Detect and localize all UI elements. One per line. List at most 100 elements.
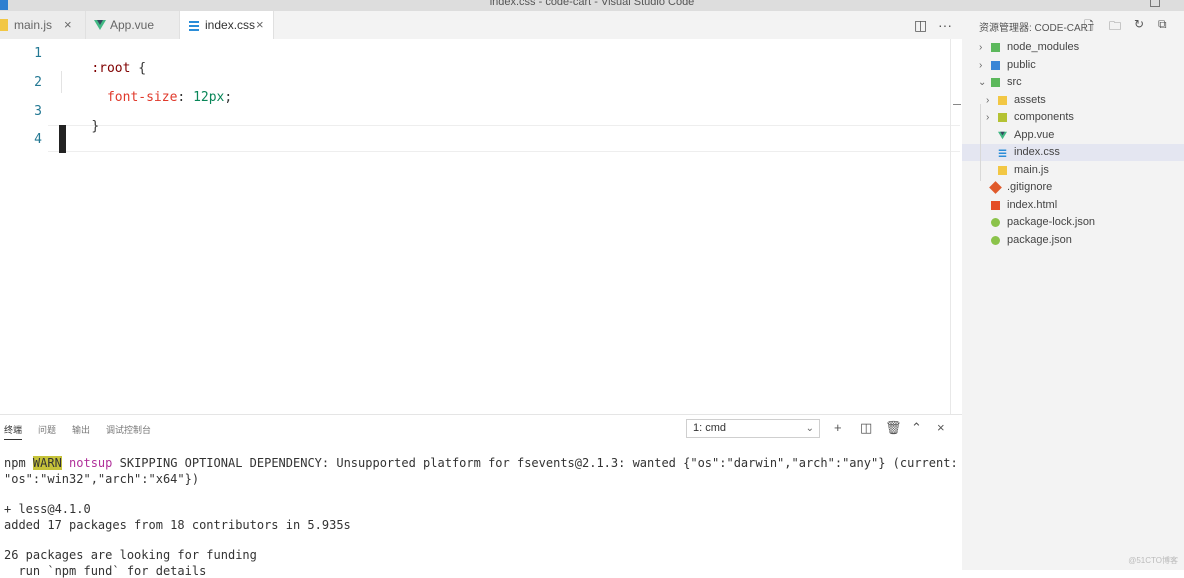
css-selector: :root: [91, 61, 131, 76]
editor-scrollbar[interactable]: [950, 39, 951, 414]
tree-item-label: src: [1007, 76, 1022, 88]
warn-badge: WARN: [32, 456, 62, 470]
tree-item-index-css[interactable]: index.css: [962, 144, 1184, 161]
punctuation: :: [177, 90, 194, 105]
refresh-icon[interactable]: ↻: [1134, 17, 1144, 31]
tab-output[interactable]: 输出: [72, 423, 90, 436]
tree-item-label: App.vue: [1014, 129, 1055, 141]
more-actions-icon[interactable]: ···: [938, 11, 952, 39]
close-panel-icon[interactable]: ×: [937, 420, 945, 435]
folder-icon: [998, 113, 1007, 122]
new-file-icon[interactable]: 🗋: [1084, 17, 1094, 38]
tree-item-index-html[interactable]: index.html: [962, 197, 1184, 214]
tab-index-css[interactable]: index.css ×: [180, 11, 274, 39]
html-file-icon: [991, 201, 1000, 210]
chevron-right-icon: ›: [986, 112, 990, 123]
tab-label: App.vue: [110, 18, 155, 32]
trash-icon[interactable]: 🗑: [885, 420, 902, 436]
css-property: font-size: [91, 90, 178, 105]
tab-problems[interactable]: 问题: [38, 423, 56, 436]
chevron-down-icon: ⌄: [805, 423, 814, 434]
tree-item-label: package-lock.json: [1007, 216, 1096, 228]
folder-icon: [991, 43, 1000, 52]
bottom-panel: 终端 问题 输出 调试控制台 1: cmd ⌄ + ◫ 🗑 ⌃ × npm WA…: [0, 414, 972, 578]
code-editor[interactable]: 1 :root { 2 font-size: 12px; 3 } 4: [0, 39, 962, 414]
tree-item-gitignore[interactable]: .gitignore: [962, 179, 1184, 196]
current-line-highlight: [48, 125, 960, 152]
tree-item-public[interactable]: › public: [962, 57, 1184, 74]
line-number: 2: [34, 75, 42, 90]
chevron-down-icon: ⌄: [978, 77, 987, 88]
terminal-line: 26 packages are looking for funding: [4, 548, 257, 562]
tree-item-components[interactable]: › components: [962, 109, 1184, 126]
watermark: @51CTO博客: [1128, 556, 1178, 565]
git-icon: [989, 181, 1002, 194]
vue-file-icon: [94, 20, 106, 30]
editor-tab-bar: main.js × App.vue index.css × ◫ ···: [0, 11, 962, 39]
terminal-select-value: 1: cmd: [693, 422, 727, 434]
title-bar: index.css - code-cart - Visual Studio Co…: [0, 0, 1184, 11]
tree-item-package-lock-json[interactable]: package-lock.json: [962, 214, 1184, 231]
npm-file-icon: [991, 236, 1000, 245]
punctuation: {: [130, 61, 147, 76]
close-icon[interactable]: ×: [64, 11, 72, 39]
terminal-select[interactable]: 1: cmd ⌄: [686, 419, 820, 438]
terminal-line: + less@4.1.0: [4, 502, 91, 516]
explorer-header: 资源管理器: CODE-CART: [979, 23, 1094, 34]
css-file-icon: [998, 149, 1007, 157]
tree-item-label: index.css: [1014, 146, 1060, 158]
terminal-line: run `npm fund` for details: [4, 564, 207, 578]
vue-file-icon: [998, 131, 1007, 140]
chevron-right-icon: ›: [979, 60, 983, 71]
tree-item-app-vue[interactable]: App.vue: [962, 127, 1184, 144]
tree-item-assets[interactable]: › assets: [962, 92, 1184, 109]
punctuation: ;: [224, 90, 233, 105]
npm-file-icon: [991, 218, 1000, 227]
close-icon[interactable]: ×: [256, 11, 264, 39]
terminal-text: SKIPPING OPTIONAL DEPENDENCY: Unsupporte…: [112, 456, 973, 470]
tree-item-package-json[interactable]: package.json: [962, 232, 1184, 249]
tab-label: index.css: [205, 18, 256, 32]
tab-label: main.js: [14, 18, 53, 32]
overview-ruler-mark: [953, 104, 961, 105]
collapse-all-icon[interactable]: ⧉: [1158, 17, 1167, 32]
terminal-line: npm WARN notsup SKIPPING OPTIONAL DEPEND…: [4, 456, 972, 470]
tab-debug-console[interactable]: 调试控制台: [106, 423, 151, 436]
window-title: index.css - code-cart - Visual Studio Co…: [489, 0, 695, 8]
tree-item-label: .gitignore: [1007, 181, 1053, 193]
tree-item-label: components: [1014, 111, 1074, 123]
new-terminal-icon[interactable]: +: [834, 420, 842, 435]
tab-terminal[interactable]: 终端: [4, 423, 23, 440]
tree-item-label: assets: [1014, 94, 1046, 106]
tree-item-label: index.html: [1007, 199, 1058, 211]
tree-item-label: package.json: [1007, 234, 1072, 246]
folder-open-icon: [991, 78, 1000, 87]
maximize-panel-icon[interactable]: ⌃: [911, 420, 922, 436]
css-value: 12px: [193, 90, 225, 105]
css-file-icon: [189, 21, 199, 31]
line-number: 1: [34, 46, 42, 61]
tree-item-src[interactable]: ⌄ src: [962, 74, 1184, 91]
punctuation: }: [91, 119, 100, 134]
tree-item-node-modules[interactable]: › node_modules: [962, 39, 1184, 56]
tree-item-main-js[interactable]: main.js: [962, 162, 1184, 179]
folder-icon: [991, 61, 1000, 70]
tab-main-js[interactable]: main.js ×: [0, 11, 86, 39]
split-editor-icon[interactable]: ◫: [914, 11, 927, 39]
new-folder-icon[interactable]: 🗀: [1109, 17, 1121, 38]
split-terminal-icon[interactable]: ◫: [860, 420, 872, 436]
chevron-right-icon: ›: [979, 42, 983, 53]
tree-item-label: node_modules: [1007, 41, 1080, 53]
line-number: 3: [34, 104, 42, 119]
npm-prefix: npm: [4, 456, 33, 470]
notsup-label: notsup: [61, 456, 113, 470]
editor-actions: ◫ ···: [902, 11, 962, 39]
restore-window-icon[interactable]: [1150, 0, 1160, 7]
tab-app-vue[interactable]: App.vue: [86, 11, 180, 39]
chevron-right-icon: ›: [986, 95, 990, 106]
js-file-icon: [998, 166, 1007, 175]
folder-icon: [998, 96, 1007, 105]
tree-item-label: main.js: [1014, 164, 1049, 176]
tree-item-label: public: [1007, 59, 1036, 71]
tree-indent-guide: [980, 104, 981, 181]
